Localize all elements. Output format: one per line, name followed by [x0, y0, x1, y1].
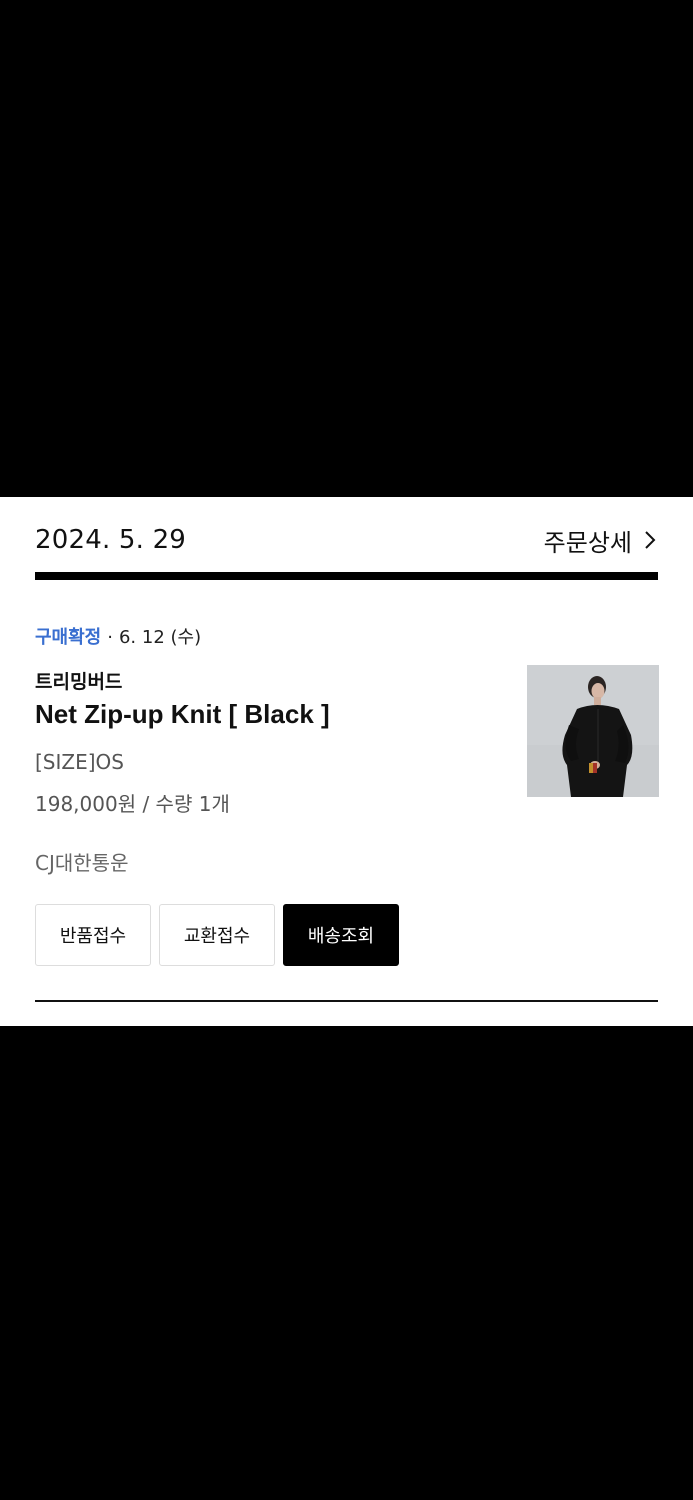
- shipping-carrier: CJ대한통운: [35, 851, 129, 875]
- status-separator: ·: [107, 627, 113, 648]
- status-date: 6. 12 (수): [118, 627, 202, 648]
- order-detail-link[interactable]: 주문상세: [544, 523, 658, 558]
- order-card: 2024. 5. 29 주문상세 구매확정 · 6. 12 (수) 트리밍버드 Ne…: [0, 497, 693, 1026]
- product-thumbnail[interactable]: [527, 665, 659, 797]
- track-delivery-button[interactable]: 배송조회: [283, 904, 399, 966]
- brand-name: 트리밍버드: [35, 671, 123, 693]
- price-quantity: 198,000원 / 수량 1개: [35, 792, 230, 816]
- product-name[interactable]: Net Zip-up Knit [ Black ]: [35, 699, 330, 730]
- order-header: 2024. 5. 29 주문상세: [35, 517, 658, 563]
- order-detail-label: 주문상세: [543, 528, 632, 557]
- status-badge: 구매확정: [35, 627, 102, 648]
- product-option: [SIZE]OS: [35, 750, 124, 774]
- exchange-request-button[interactable]: 교환접수: [159, 904, 275, 966]
- card-bottom-divider: [35, 1000, 658, 1002]
- order-date: 2024. 5. 29: [35, 525, 187, 555]
- status-line: 구매확정 · 6. 12 (수): [35, 623, 201, 649]
- action-buttons: 반품접수 교환접수 배송조회: [35, 904, 399, 966]
- product-photo-icon: [527, 665, 659, 797]
- chevron-right-icon: [642, 529, 658, 551]
- header-divider: [35, 572, 658, 580]
- return-request-button[interactable]: 반품접수: [35, 904, 151, 966]
